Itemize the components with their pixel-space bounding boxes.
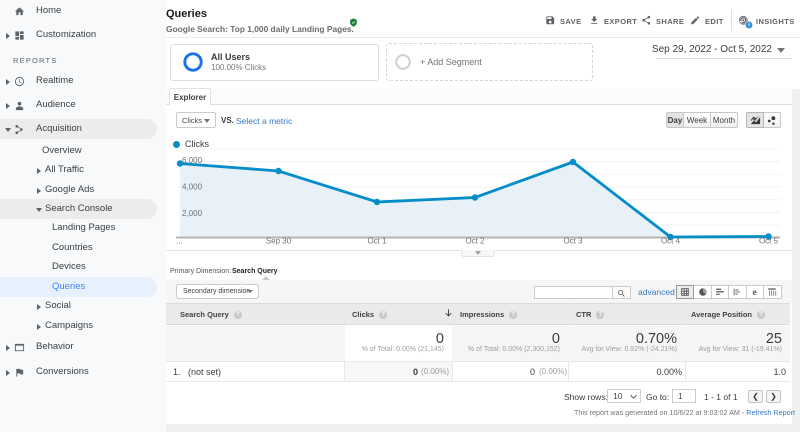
svg-text:Sep 30: Sep 30 — [266, 237, 292, 246]
svg-text:Oct 5: Oct 5 — [759, 237, 779, 246]
svg-text:2,000: 2,000 — [182, 209, 203, 218]
svg-text:4,000: 4,000 — [182, 183, 203, 192]
svg-text:Oct 4: Oct 4 — [661, 237, 681, 246]
svg-text:...: ... — [176, 237, 183, 246]
svg-text:Oct 3: Oct 3 — [563, 237, 583, 246]
svg-text:e: e — [752, 287, 756, 297]
svg-text:6,000: 6,000 — [182, 156, 203, 165]
svg-text:Oct 1: Oct 1 — [367, 237, 387, 246]
svg-text:Oct 2: Oct 2 — [465, 237, 485, 246]
svg-text:?: ? — [748, 23, 751, 28]
